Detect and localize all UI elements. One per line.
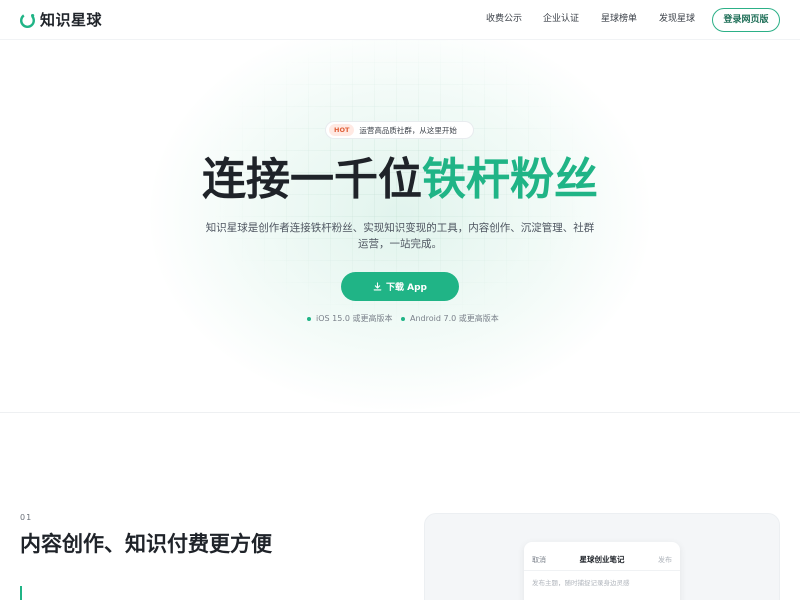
nav-enterprise-verify[interactable]: 企业认证 xyxy=(543,12,579,26)
phone-mockup: 取消 星球创业笔记 发布 发布主题，随时捕捉记录身边灵感 xyxy=(524,542,680,600)
phone-title: 星球创业笔记 xyxy=(579,555,625,564)
logo-ring-icon xyxy=(19,12,36,28)
nav-planet-ranking[interactable]: 星球榜单 xyxy=(601,12,637,26)
hero-title-accent: 铁杆粉丝 xyxy=(422,154,598,205)
nav-fee-disclosure[interactable]: 收费公示 xyxy=(486,12,522,26)
android-dot-icon xyxy=(401,316,405,321)
section-divider xyxy=(0,412,800,413)
android-requirement-text: Android 7.0 或更高版本 xyxy=(410,314,499,323)
phone-post-placeholder: 发布主题，随时捕捉记录身边灵感 xyxy=(532,579,630,587)
download-app-label: 下载 App xyxy=(386,283,427,293)
hot-announcement-pill[interactable]: HOT 运营高品质社群，从这里开始 xyxy=(325,121,474,139)
hero-title-main: 连接一千位 xyxy=(202,154,422,205)
ios-requirement: iOS 15.0 或更高版本 xyxy=(307,313,393,324)
ios-dot-icon xyxy=(307,316,311,321)
hot-announcement-text: 运营高品质社群，从这里开始 xyxy=(359,125,457,135)
section-title: 内容创作、知识付费更方便 xyxy=(20,532,272,556)
download-app-button[interactable]: 下载 App xyxy=(341,272,459,301)
download-icon xyxy=(373,282,382,291)
hero-title: 连接一千位铁杆粉丝 xyxy=(0,150,800,210)
section-number: 01 xyxy=(20,513,33,522)
top-header: 知识星球 收费公示 企业认证 星球榜单 发现星球 登录网页版 xyxy=(0,0,800,40)
hero-description-line-2: 运营，一站完成。 xyxy=(358,238,442,250)
android-requirement: Android 7.0 或更高版本 xyxy=(401,313,499,324)
login-web-button[interactable]: 登录网页版 xyxy=(712,8,780,32)
phone-divider xyxy=(524,570,680,571)
logo-text: 知识星球 xyxy=(40,11,103,29)
ios-requirement-text: iOS 15.0 或更高版本 xyxy=(316,314,393,323)
hero-description: 知识星球是创作者连接铁杆粉丝、实现知识变现的工具，内容创作、沉淀管理、社群 运营… xyxy=(200,220,600,252)
hero-section: HOT 运营高品质社群，从这里开始 连接一千位铁杆粉丝 知识星球是创作者连接铁杆… xyxy=(0,40,800,412)
nav-discover-planet[interactable]: 发现星球 xyxy=(659,12,695,26)
section-accent-bar xyxy=(20,586,22,600)
hero-description-line-1: 知识星球是创作者连接铁杆粉丝、实现知识变现的工具，内容创作、沉淀管理、社群 xyxy=(205,222,595,234)
logo[interactable]: 知识星球 xyxy=(19,10,102,30)
hot-badge: HOT xyxy=(329,124,355,136)
phone-publish-button: 发布 xyxy=(658,556,672,564)
